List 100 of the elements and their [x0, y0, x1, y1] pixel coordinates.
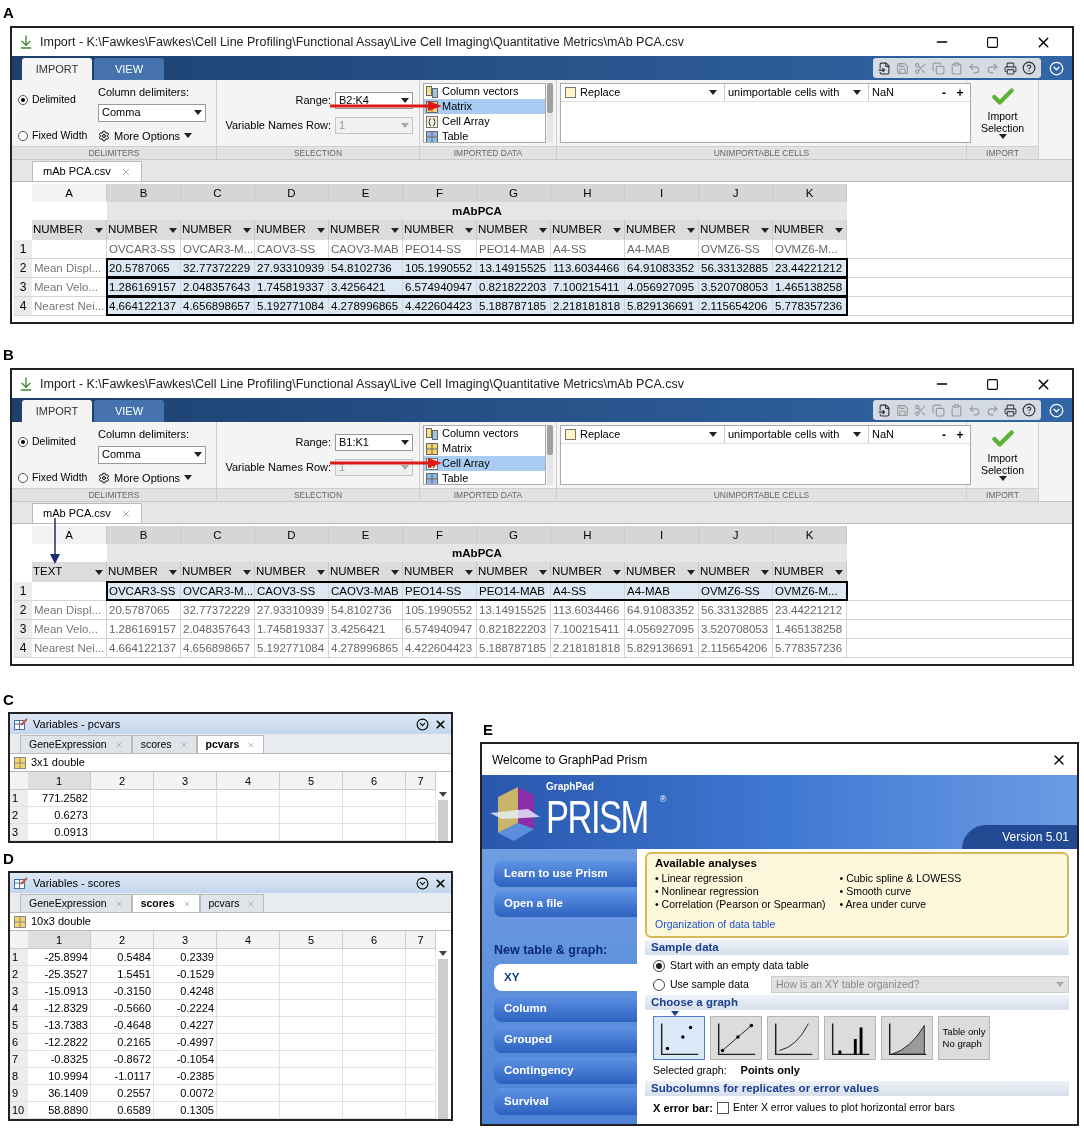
column-header[interactable]: 2: [91, 931, 154, 948]
column-header[interactable]: J: [699, 526, 773, 544]
column-header[interactable]: C: [181, 184, 255, 202]
column-type-dropdown[interactable]: NUMBER: [551, 220, 625, 240]
column-header[interactable]: K: [773, 184, 847, 202]
range-dropdown[interactable]: B1:K1: [335, 434, 413, 451]
radio-button[interactable]: [653, 959, 665, 972]
sidebar-button[interactable]: Open a file: [494, 891, 637, 917]
rule-checkbox[interactable]: [565, 87, 576, 98]
column-header[interactable]: D: [255, 184, 329, 202]
column-header[interactable]: 7: [406, 931, 436, 948]
column-type-dropdown[interactable]: NUMBER: [255, 220, 329, 240]
column-header[interactable]: 4: [217, 772, 280, 789]
column-type-dropdown[interactable]: NUMBER: [699, 220, 773, 240]
more-options-button[interactable]: More Options: [98, 469, 206, 486]
column-header[interactable]: F: [403, 184, 477, 202]
column-header[interactable]: 5: [280, 931, 343, 948]
column-type-dropdown[interactable]: NUMBER: [107, 220, 181, 240]
variable-tab[interactable]: pcvars: [199, 894, 265, 912]
ribbon-tab[interactable]: IMPORT: [22, 400, 92, 422]
table-type-tab[interactable]: Survival: [494, 1087, 637, 1115]
column-header[interactable]: E: [329, 526, 403, 544]
radio-button[interactable]: [18, 436, 28, 447]
column-header[interactable]: 3: [154, 931, 217, 948]
column-header[interactable]: C: [181, 526, 255, 544]
column-type-dropdown[interactable]: NUMBER: [181, 562, 255, 582]
column-type-dropdown[interactable]: NUMBER: [625, 220, 699, 240]
delimiter-dropdown[interactable]: Comma: [98, 103, 206, 122]
column-header[interactable]: B: [107, 184, 181, 202]
more-options-button[interactable]: More Options: [98, 127, 206, 144]
ribbon-tab[interactable]: VIEW: [94, 58, 164, 80]
variable-tab[interactable]: scores: [131, 735, 197, 753]
graph-type-option[interactable]: [824, 1016, 876, 1061]
menu-icon[interactable]: [416, 717, 429, 731]
graph-type-option[interactable]: [653, 1016, 705, 1061]
column-header[interactable]: 5: [280, 772, 343, 789]
column-header[interactable]: I: [625, 526, 699, 544]
import-icon[interactable]: [878, 61, 891, 75]
close-icon[interactable]: [434, 717, 447, 731]
rule-target-dropdown[interactable]: unimportable cells with: [724, 426, 864, 443]
column-type-dropdown[interactable]: NUMBER: [477, 220, 551, 240]
radio-button[interactable]: [653, 978, 665, 991]
column-header[interactable]: G: [477, 526, 551, 544]
column-header[interactable]: 6: [343, 772, 406, 789]
column-type-dropdown[interactable]: NUMBER: [477, 562, 551, 582]
variable-tab[interactable]: GeneExpression: [20, 894, 132, 912]
column-header[interactable]: 7: [406, 772, 436, 789]
column-type-dropdown[interactable]: NUMBER: [181, 220, 255, 240]
data-type-option[interactable]: Cell Array: [424, 114, 545, 129]
help-icon[interactable]: [1022, 61, 1036, 75]
variable-tab[interactable]: scores: [131, 894, 200, 912]
rule-action-dropdown[interactable]: Replace: [580, 426, 720, 443]
import-selection-button[interactable]: Import Selection: [972, 84, 1033, 146]
remove-rule-button[interactable]: -: [938, 427, 950, 442]
column-type-dropdown[interactable]: NUMBER: [329, 562, 403, 582]
column-header[interactable]: 6: [343, 931, 406, 948]
table-type-tab[interactable]: Contingency: [494, 1056, 637, 1084]
radio-button[interactable]: [18, 130, 28, 141]
graph-type-option[interactable]: Table only No graph: [938, 1016, 990, 1061]
data-type-option[interactable]: Column vectors: [424, 426, 545, 441]
print-icon[interactable]: [1004, 61, 1017, 75]
rule-action-dropdown[interactable]: Replace: [580, 84, 720, 101]
document-tab[interactable]: mAb PCA.csv: [32, 503, 142, 523]
variable-tab[interactable]: GeneExpression: [20, 735, 132, 753]
table-type-tab[interactable]: Grouped: [494, 1025, 637, 1053]
replacement-field[interactable]: NaN: [868, 84, 934, 101]
column-header[interactable]: 1: [28, 772, 91, 789]
column-type-dropdown[interactable]: NUMBER: [551, 562, 625, 582]
column-type-dropdown[interactable]: NUMBER: [107, 562, 181, 582]
menu-icon[interactable]: [416, 876, 429, 890]
column-header[interactable]: E: [329, 184, 403, 202]
table-type-tab[interactable]: XY: [494, 963, 637, 991]
column-type-dropdown[interactable]: NUMBER: [699, 562, 773, 582]
column-header[interactable]: G: [477, 184, 551, 202]
table-type-tab[interactable]: Column: [494, 994, 637, 1022]
scrollbar[interactable]: [547, 83, 553, 143]
radio-button[interactable]: [18, 472, 28, 483]
import-icon[interactable]: [878, 403, 891, 417]
column-header[interactable]: 2: [91, 772, 154, 789]
import-selection-button[interactable]: Import Selection: [972, 426, 1033, 488]
close-icon[interactable]: [434, 876, 447, 890]
data-table-link[interactable]: Organization of data table: [655, 918, 776, 931]
column-type-dropdown[interactable]: NUMBER: [32, 220, 107, 240]
column-type-dropdown[interactable]: NUMBER: [773, 562, 847, 582]
maximize-icon[interactable]: [986, 35, 999, 49]
print-icon[interactable]: [1004, 403, 1017, 417]
data-type-option[interactable]: Table: [424, 129, 545, 142]
ribbon-tab[interactable]: VIEW: [94, 400, 164, 422]
delimiter-dropdown[interactable]: Comma: [98, 445, 206, 464]
column-type-dropdown[interactable]: NUMBER: [773, 220, 847, 240]
column-header[interactable]: B: [107, 526, 181, 544]
ribbon-tab[interactable]: IMPORT: [22, 58, 92, 80]
checkbox[interactable]: [716, 1102, 729, 1114]
add-rule-button[interactable]: +: [954, 85, 966, 100]
column-header[interactable]: I: [625, 184, 699, 202]
column-header[interactable]: 4: [217, 931, 280, 948]
column-header[interactable]: H: [551, 184, 625, 202]
column-header[interactable]: D: [255, 526, 329, 544]
rule-target-dropdown[interactable]: unimportable cells with: [724, 84, 864, 101]
add-rule-button[interactable]: +: [954, 427, 966, 442]
